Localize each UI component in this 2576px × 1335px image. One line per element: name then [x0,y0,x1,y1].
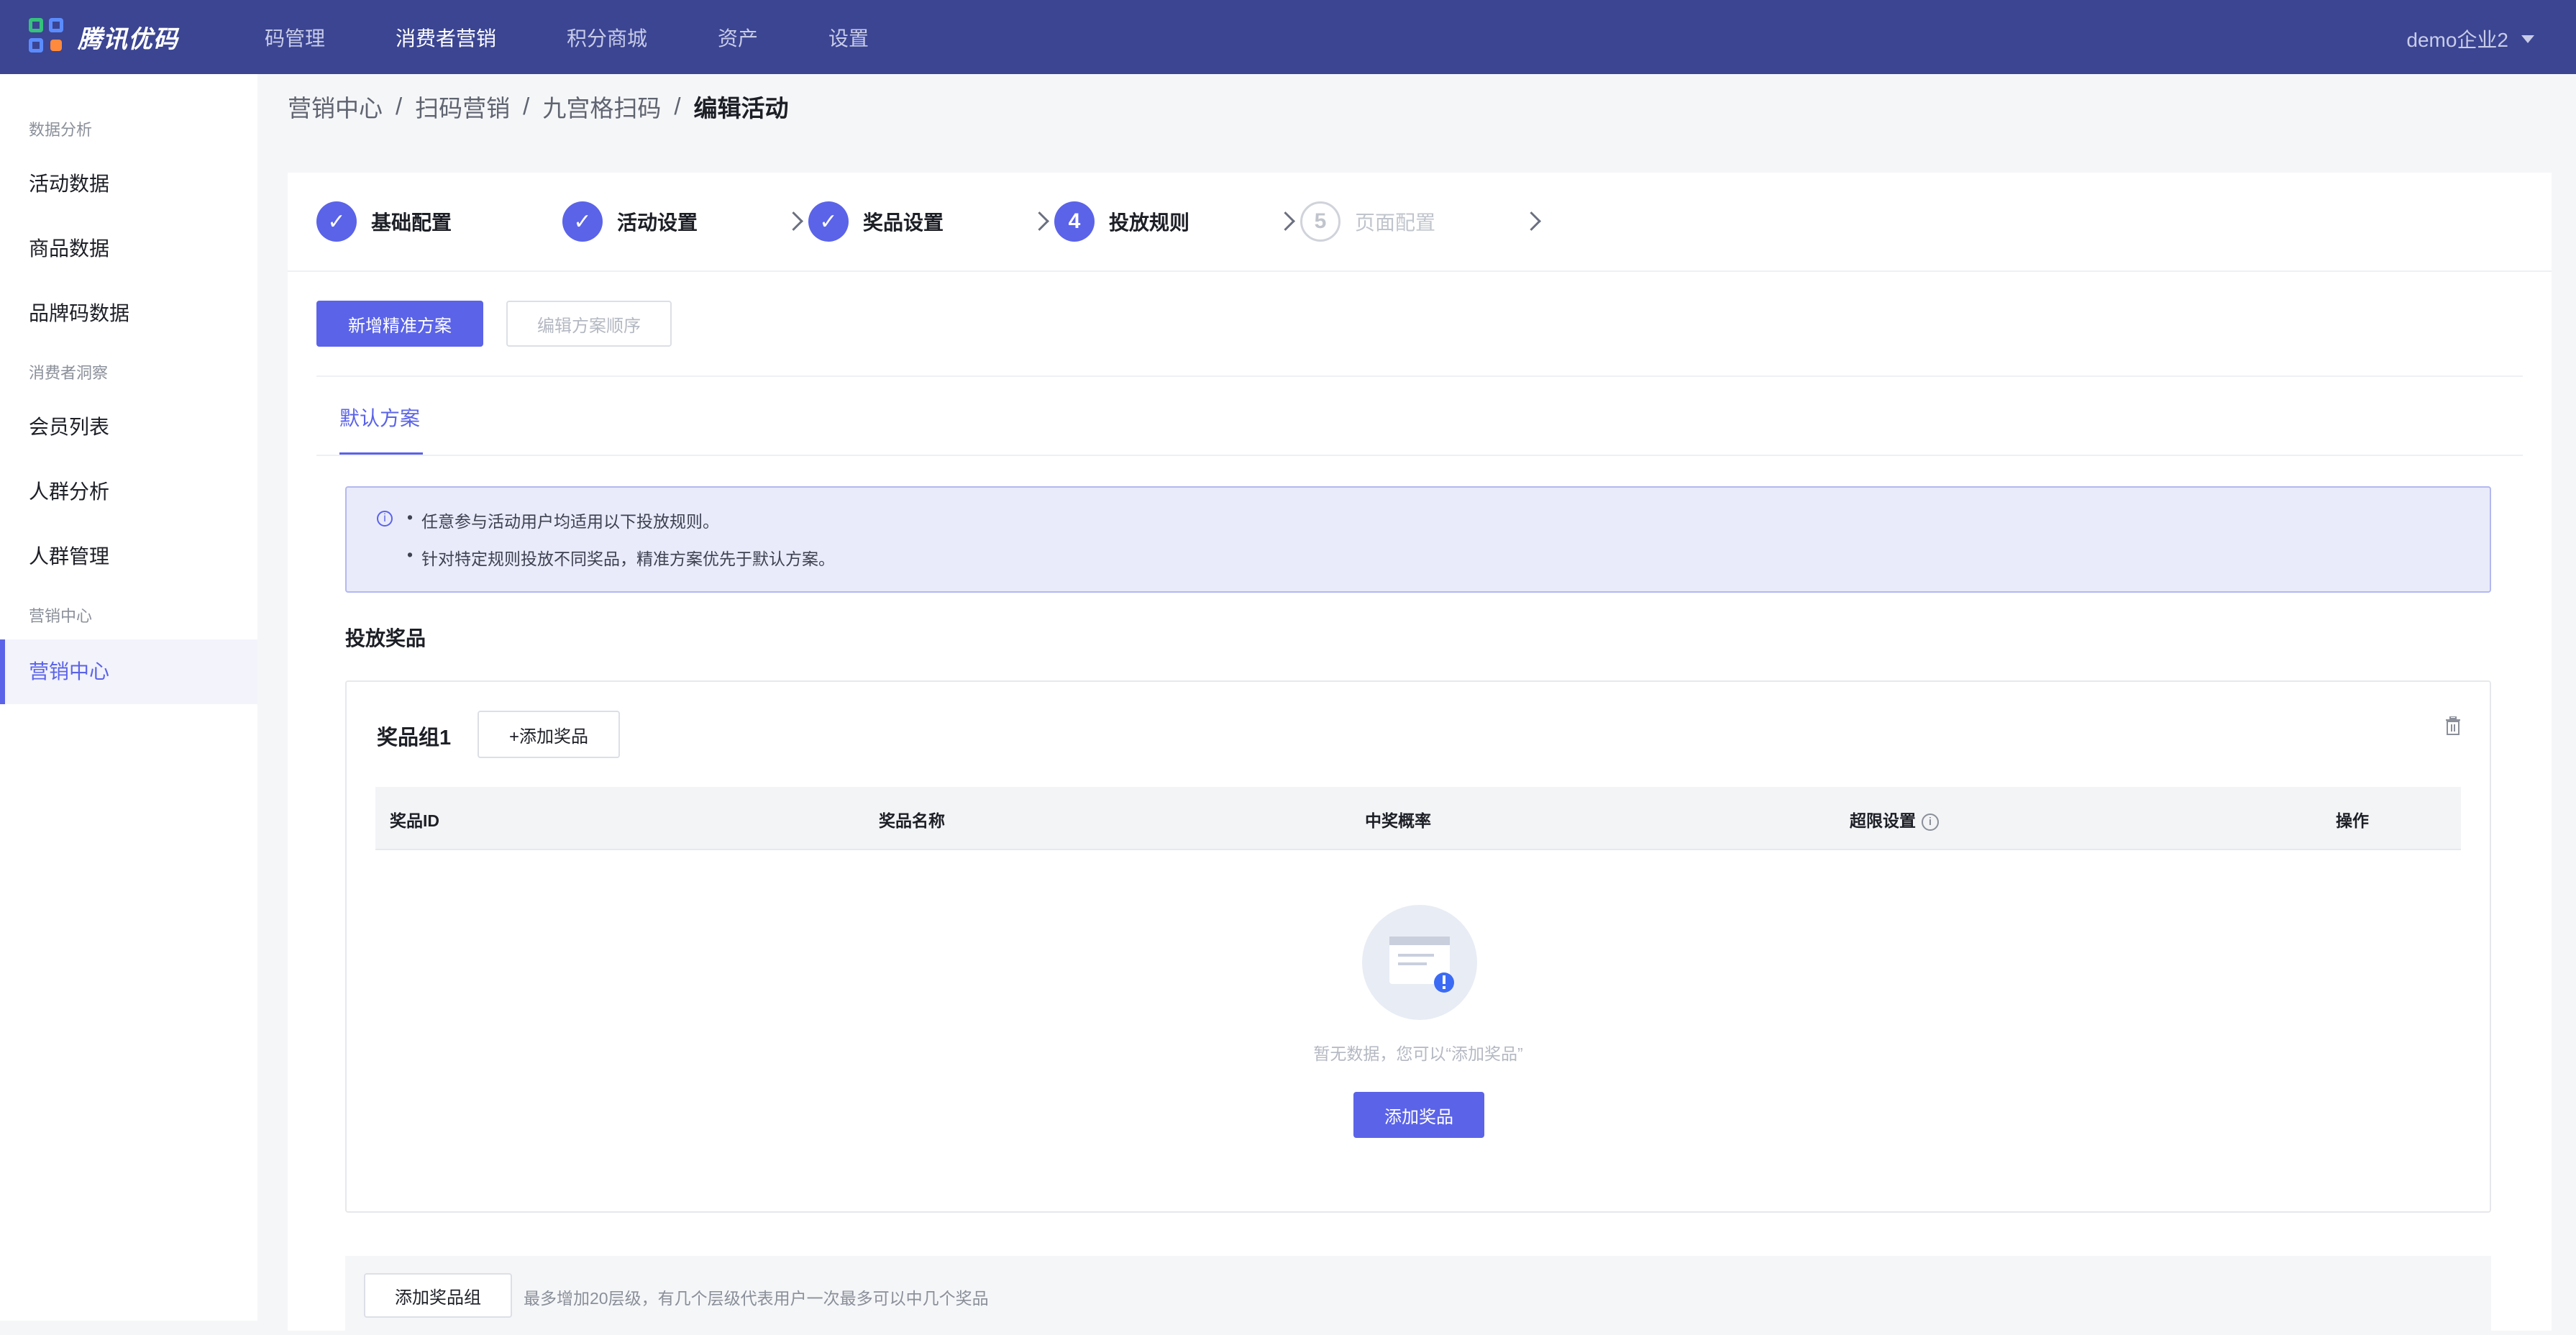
prize-group-panel: 奖品组1 +添加奖品 奖品ID 奖品名称 中奖概率 超限设置 i 操作 暂无数据… [345,680,2491,1213]
step-prize-settings[interactable]: ✓ 奖品设置 [808,201,944,242]
step-activity-settings[interactable]: ✓ 活动设置 [562,201,698,242]
breadcrumb-nine-grid-scan[interactable]: 九宫格扫码 [542,89,661,124]
step-basic-config[interactable]: ✓ 基础配置 [316,201,452,242]
chevron-right-icon [1276,211,1295,231]
sidebar: 数据分析 活动数据 商品数据 品牌码数据 消费者洞察 会员列表 人群分析 人群管… [0,74,257,1321]
add-prize-group-button[interactable]: 添加奖品组 [364,1273,512,1318]
empty-state-text: 暂无数据，您可以“添加奖品” [1313,1044,1523,1063]
alert-line-1: 任意参与活动用户均适用以下投放规则。 [407,508,719,532]
check-icon: ✓ [808,201,849,242]
brand-name: 腾讯优码 [78,25,178,53]
user-name: demo企业2 [2406,29,2508,51]
user-menu[interactable]: demo企业2 [2406,24,2534,53]
sidebar-item-marketing-center[interactable]: 营销中心 [0,639,257,704]
breadcrumb: 营销中心 / 扫码营销 / 九宫格扫码 / 编辑活动 [288,89,789,124]
tab-default-plan[interactable]: 默认方案 [339,403,420,432]
chevron-right-icon [1030,211,1049,231]
qrcode-logo-icon [29,18,66,55]
step-number-5: 5 [1300,201,1340,242]
col-prize-id: 奖品ID [390,811,439,830]
step-progress: ✓ 基础配置 ✓ 活动设置 ✓ 奖品设置 4 投放规则 5 页面配置 [288,173,2552,272]
sidebar-item-crowd-management[interactable]: 人群管理 [0,524,257,589]
section-title-delivery-prizes: 投放奖品 [345,627,426,650]
sidebar-group-marketing-center: 营销中心 [29,607,93,625]
divider [316,375,2523,377]
check-icon: ✓ [316,201,357,242]
col-prize-name: 奖品名称 [879,811,945,830]
brand-logo[interactable]: 腾讯优码 [29,13,178,60]
caret-down-icon [2521,35,2534,43]
trash-icon[interactable] [2445,716,2461,735]
empty-data-illustration [1362,905,1477,1020]
empty-add-prize-button[interactable]: 添加奖品 [1353,1092,1484,1138]
info-icon[interactable]: i [1922,813,1939,831]
sidebar-item-member-list[interactable]: 会员列表 [0,395,257,460]
chevron-right-icon [1522,211,1541,231]
add-precise-plan-button[interactable]: 新增精准方案 [316,301,483,347]
sidebar-item-activity-data[interactable]: 活动数据 [0,152,257,217]
prize-group-hint: 最多增加20层级，有几个层级代表用户一次最多可以中几个奖品 [524,1289,989,1308]
info-icon: i [377,511,393,527]
breadcrumb-current: 编辑活动 [693,95,789,122]
sidebar-item-crowd-analysis[interactable]: 人群分析 [0,460,257,524]
nav-code-management[interactable]: 码管理 [265,23,325,52]
chevron-right-icon [784,211,803,231]
step-delivery-rules[interactable]: 4 投放规则 [1054,201,1189,242]
col-limit-settings: 超限设置 i [1850,807,1939,831]
nav-settings[interactable]: 设置 [828,23,869,52]
step-page-config[interactable]: 5 页面配置 [1300,201,1435,242]
breadcrumb-marketing-center[interactable]: 营销中心 [288,89,383,124]
prize-group-title: 奖品组1 [377,726,452,749]
prize-table-header: 奖品ID 奖品名称 中奖概率 超限设置 i 操作 [375,787,2461,850]
col-win-rate: 中奖概率 [1365,811,1431,830]
tabs-divider [316,455,2523,456]
top-navbar: 腾讯优码 码管理 消费者营销 积分商城 资产 设置 demo企业2 [0,0,2576,74]
add-prize-button[interactable]: +添加奖品 [478,711,620,758]
sidebar-item-product-data[interactable]: 商品数据 [0,217,257,281]
sidebar-group-consumer-insight: 消费者洞察 [29,364,109,382]
edit-plan-order-button[interactable]: 编辑方案顺序 [506,301,672,347]
col-actions: 操作 [2336,811,2369,830]
breadcrumb-scan-marketing[interactable]: 扫码营销 [415,89,510,124]
nav-points-mall[interactable]: 积分商城 [567,23,647,52]
check-icon: ✓ [562,201,603,242]
nav-consumer-marketing[interactable]: 消费者营销 [396,23,496,52]
sidebar-group-data-analysis: 数据分析 [29,121,93,139]
nav-assets[interactable]: 资产 [718,23,758,52]
sidebar-item-brand-code-data[interactable]: 品牌码数据 [0,281,257,346]
alert-line-2: 针对特定规则投放不同奖品，精准方案优先于默认方案。 [407,545,835,570]
info-alert: i 任意参与活动用户均适用以下投放规则。 针对特定规则投放不同奖品，精准方案优先… [345,486,2491,593]
step-number-4: 4 [1054,201,1095,242]
edit-activity-card: ✓ 基础配置 ✓ 活动设置 ✓ 奖品设置 4 投放规则 5 页面配置 新增精准方… [288,173,2552,1335]
